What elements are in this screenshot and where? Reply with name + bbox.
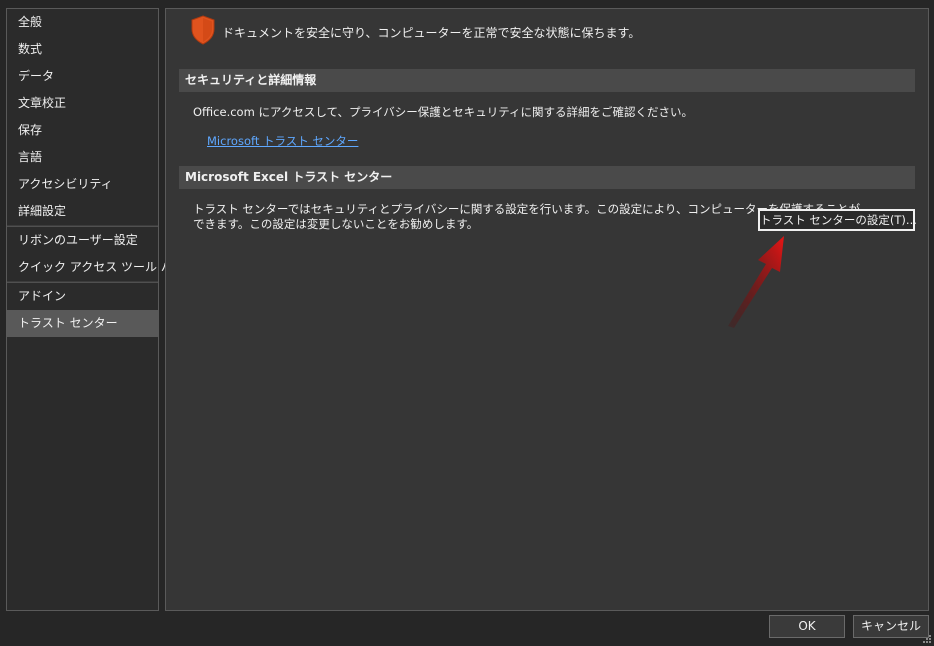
sidebar-item-advanced[interactable]: 詳細設定	[7, 198, 158, 225]
trust-center-description-line2: できます。この設定は変更しないことをお勧めします。	[193, 217, 479, 231]
sidebar-item-general[interactable]: 全般	[7, 9, 158, 36]
sidebar-item-customize-ribbon[interactable]: リボンのユーザー設定	[7, 227, 158, 254]
header-text: ドキュメントを安全に守り、コンピューターを正常で安全な状態に保ちます。	[222, 25, 641, 40]
sidebar-item-add-ins[interactable]: アドイン	[7, 283, 158, 310]
microsoft-trust-center-link[interactable]: Microsoft トラスト センター	[207, 133, 358, 149]
sidebar-item-formulas[interactable]: 数式	[7, 36, 158, 63]
trust-center-settings-button[interactable]: トラスト センターの設定(T)...	[758, 209, 917, 231]
cancel-button[interactable]: キャンセル	[853, 615, 929, 638]
options-sidebar: 全般 数式 データ 文章校正 保存 言語 アクセシビリティ 詳細設定 リボンのユ…	[6, 8, 185, 611]
sidebar-item-save[interactable]: 保存	[7, 117, 158, 144]
sidebar-item-trust-center[interactable]: トラスト センター	[7, 310, 158, 337]
shield-icon	[190, 15, 216, 49]
sidebar-item-language[interactable]: 言語	[7, 144, 158, 171]
panel-header: ドキュメントを安全に守り、コンピューターを正常で安全な状態に保ちます。	[190, 15, 641, 49]
trust-center-panel: ドキュメントを安全に守り、コンピューターを正常で安全な状態に保ちます。 セキュリ…	[165, 8, 929, 611]
security-section-title: セキュリティと詳細情報	[179, 69, 915, 92]
sidebar-item-data[interactable]: データ	[7, 63, 158, 90]
sidebar-item-proofing[interactable]: 文章校正	[7, 90, 158, 117]
sidebar-item-quick-access-toolbar[interactable]: クイック アクセス ツール バー	[7, 254, 185, 281]
pointer-arrow-icon	[728, 236, 784, 328]
sidebar-item-accessibility[interactable]: アクセシビリティ	[7, 171, 158, 198]
ok-button[interactable]: OK	[769, 615, 845, 638]
trust-center-section-title: Microsoft Excel トラスト センター	[179, 166, 915, 189]
resize-grip-icon[interactable]	[922, 634, 932, 644]
security-description: Office.com にアクセスして、プライバシー保護とセキュリティに関する詳細…	[193, 105, 694, 119]
